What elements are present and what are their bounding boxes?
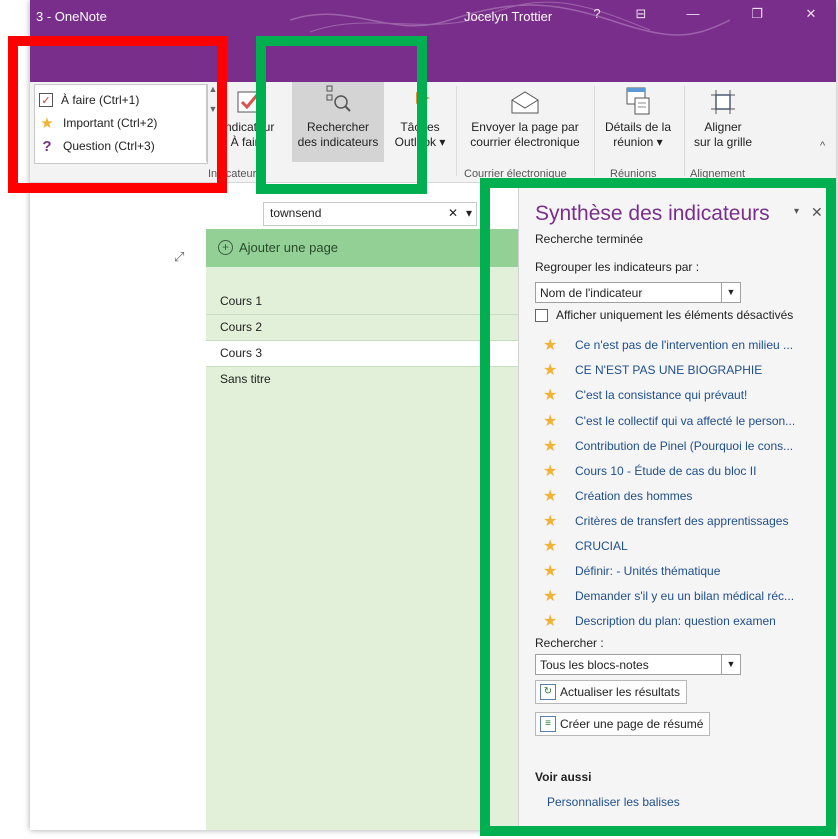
collapse-ribbon-icon[interactable]: ^ [820, 140, 825, 152]
search-input[interactable]: townsend ✕ ▾ [263, 202, 477, 226]
search-scope-dropdown-icon[interactable]: ▾ [466, 206, 472, 220]
group-divider [594, 86, 595, 176]
app-title: 3 - OneNote [36, 9, 107, 24]
calendar-icon [623, 84, 653, 116]
group-divider [684, 86, 685, 176]
snap-to-grid-button[interactable]: Aligner sur la grille [686, 88, 760, 162]
meeting-details-button[interactable]: Détails de la réunion ▾ [596, 82, 680, 162]
expand-icon[interactable]: ⤢ [174, 249, 184, 265]
minimize-icon[interactable]: — [678, 6, 708, 28]
clear-search-icon[interactable]: ✕ [448, 206, 458, 220]
search-value: townsend [270, 206, 322, 220]
group-divider [456, 86, 457, 176]
envelope-icon [509, 88, 541, 116]
email-page-button[interactable]: Envoyer la page par courrier électroniqu… [460, 88, 590, 162]
highlight-box-green [256, 36, 427, 194]
add-circle-icon: + [218, 240, 233, 255]
page-canvas[interactable]: ⤢ [30, 229, 198, 830]
highlight-box-red [8, 36, 227, 193]
grid-align-icon [709, 88, 737, 116]
close-icon[interactable]: ✕ [796, 6, 826, 28]
maximize-icon[interactable]: ❐ [742, 6, 772, 28]
ribbon-display-icon[interactable]: ⊟ [626, 6, 656, 28]
highlight-box-green [480, 178, 836, 836]
help-icon[interactable]: ? [582, 6, 612, 28]
user-name[interactable]: Jocelyn Trottier [464, 9, 552, 24]
